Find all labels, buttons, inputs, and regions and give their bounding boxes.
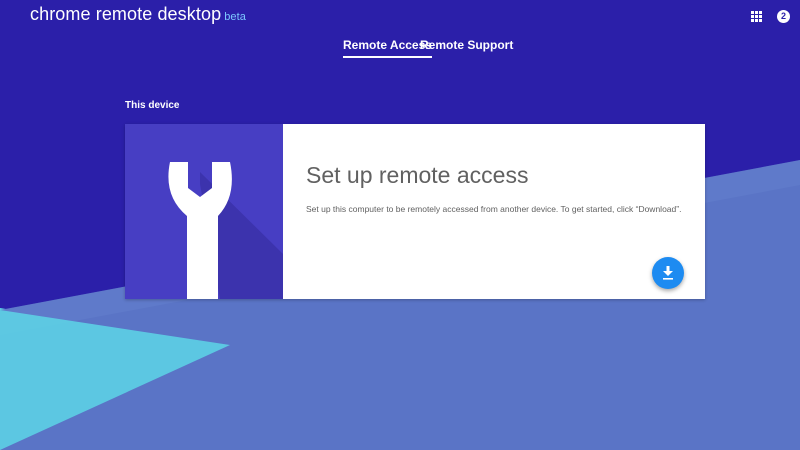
beta-label: beta (224, 11, 247, 23)
tab-bar: Remote Access Remote Support (0, 38, 800, 60)
card-description: Set up this computer to be remotely acce… (306, 204, 682, 214)
account-avatar[interactable]: 2 (777, 10, 790, 23)
tab-remote-support[interactable]: Remote Support (420, 38, 513, 58)
setup-card: Set up remote access Set up this compute… (125, 124, 705, 299)
apps-grid-icon[interactable] (751, 11, 762, 22)
card-hero (125, 124, 283, 299)
page: chrome remote desktop beta 2 Remote Acces… (0, 0, 800, 450)
app-title-text: chrome remote desktop (30, 4, 222, 24)
app-title: chrome remote desktop beta (30, 4, 246, 25)
tab-remote-access[interactable]: Remote Access (343, 38, 432, 58)
section-label-this-device: This device (125, 100, 180, 111)
card-title: Set up remote access (306, 162, 529, 188)
top-bar: chrome remote desktop beta 2 (0, 0, 800, 32)
download-icon (663, 266, 673, 280)
download-button[interactable] (652, 257, 684, 289)
wrench-icon (168, 162, 283, 299)
